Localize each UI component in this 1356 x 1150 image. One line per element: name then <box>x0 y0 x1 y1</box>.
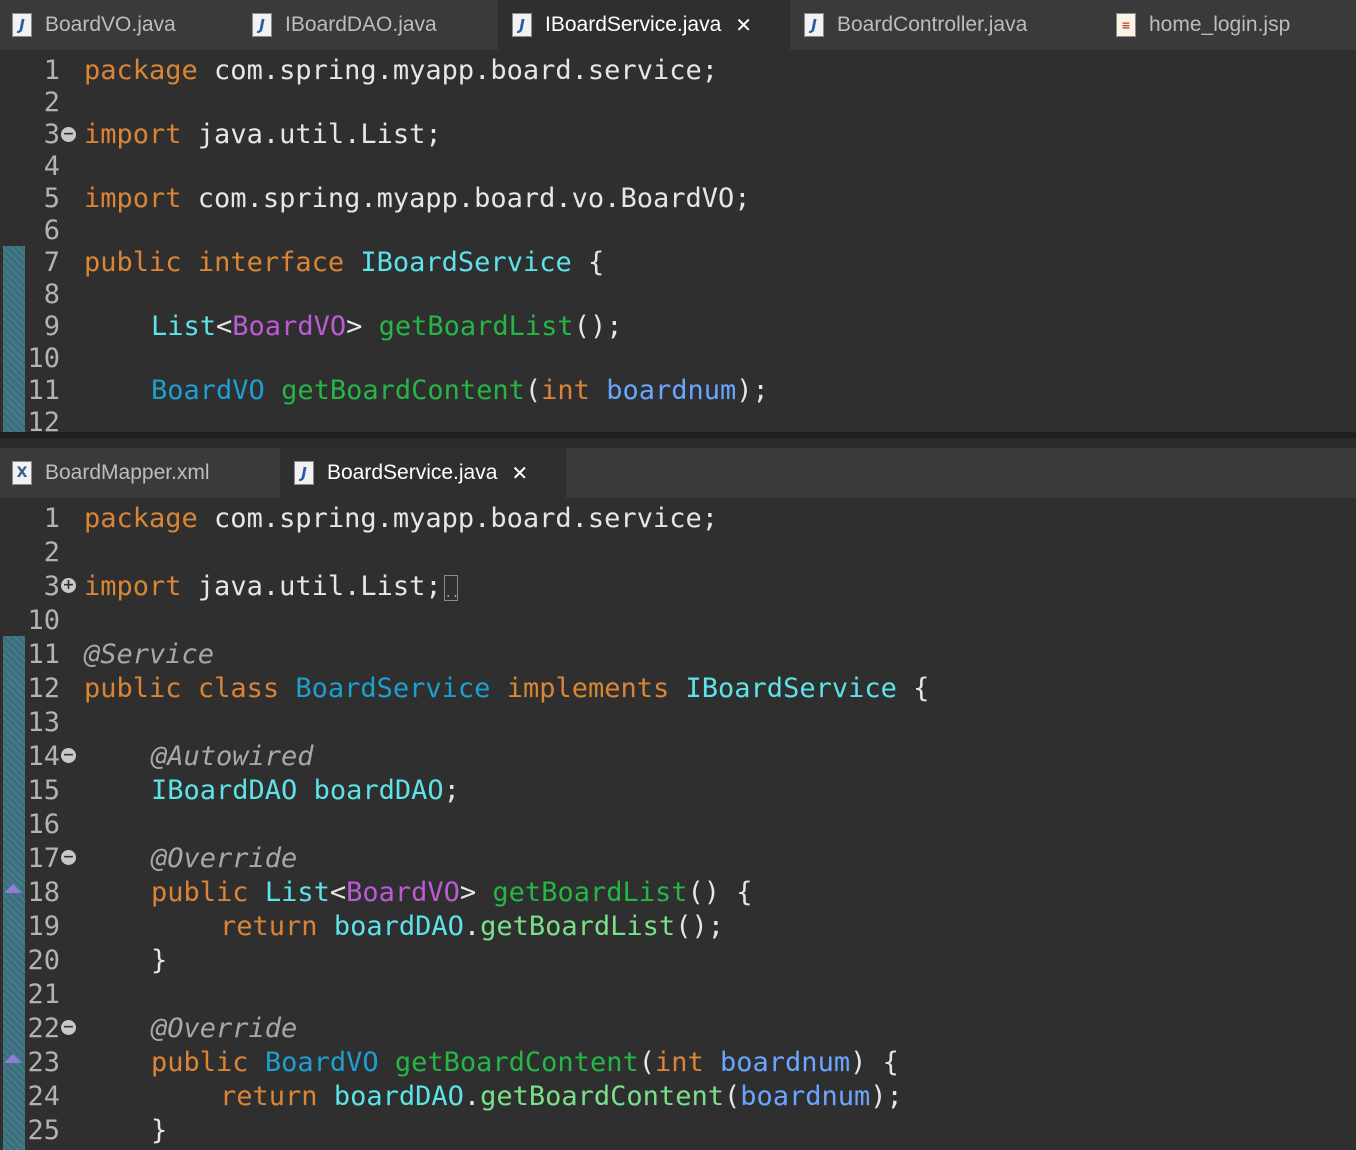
code-line: } <box>151 1115 168 1146</box>
bottom-editor-pane: X BoardMapper.xml J BoardService.java ✕ … <box>0 448 1356 1150</box>
java-file-icon: J <box>512 13 532 37</box>
line-number: 3 <box>43 119 60 150</box>
top-tab-bar: J BoardVO.java J IBoardDAO.java J IBoard… <box>0 0 1356 50</box>
line-number: 18 <box>27 877 60 908</box>
code-line: return boardDAO.getBoardContent(boardnum… <box>220 1081 903 1112</box>
top-editor-pane: J BoardVO.java J IBoardDAO.java J IBoard… <box>0 0 1356 432</box>
line-number: 22 <box>27 1013 60 1044</box>
collapse-icon[interactable]: − <box>61 748 76 763</box>
tab-label: BoardMapper.xml <box>45 461 210 484</box>
tab-label: BoardController.java <box>837 13 1028 36</box>
code-line: @Autowired <box>151 741 314 772</box>
code-line: import com.spring.myapp.board.vo.BoardVO… <box>84 183 751 214</box>
tab-label: BoardVO.java <box>45 13 176 36</box>
line-number: 2 <box>43 87 60 118</box>
collapse-icon[interactable]: − <box>61 850 76 865</box>
line-number: 12 <box>27 407 60 432</box>
tab-home-login-jsp[interactable]: ≡ home_login.jsp <box>1116 0 1356 50</box>
line-number: 2 <box>43 537 60 568</box>
jsp-file-icon: ≡ <box>1116 13 1136 37</box>
code-line: package com.spring.myapp.board.service; <box>84 503 718 534</box>
java-file-icon: J <box>252 13 272 37</box>
java-file-icon: J <box>804 13 824 37</box>
line-number: 1 <box>43 55 60 86</box>
tab-iboardservice-java[interactable]: J IBoardService.java ✕ <box>498 0 790 50</box>
expand-icon[interactable]: + <box>61 578 76 593</box>
tab-label: home_login.jsp <box>1149 13 1291 36</box>
tab-iboarddao-java[interactable]: J IBoardDAO.java <box>252 0 492 50</box>
line-number: 9 <box>43 311 60 342</box>
line-number: 19 <box>27 911 60 942</box>
line-number: 12 <box>27 673 60 704</box>
java-file-icon: J <box>12 13 32 37</box>
java-file-icon: J <box>294 461 314 485</box>
close-icon[interactable]: ✕ <box>735 13 752 37</box>
line-number: 20 <box>27 945 60 976</box>
pane-divider[interactable] <box>0 432 1356 438</box>
code-line: public BoardVO getBoardContent(int board… <box>151 1047 899 1078</box>
line-number: 10 <box>27 605 60 636</box>
line-number: 23 <box>27 1047 60 1078</box>
line-number: 17 <box>27 843 60 874</box>
line-number: 8 <box>43 279 60 310</box>
line-number: 5 <box>43 183 60 214</box>
line-number: 15 <box>27 775 60 806</box>
code-line: package com.spring.myapp.board.service; <box>84 55 718 86</box>
code-line: BoardVO getBoardContent(int boardnum); <box>151 375 769 406</box>
line-number: 10 <box>27 343 60 374</box>
collapse-icon[interactable]: − <box>61 127 76 142</box>
collapse-icon[interactable]: − <box>61 1020 76 1035</box>
code-line: @Override <box>151 843 298 874</box>
tab-boardvo-java[interactable]: J BoardVO.java <box>12 0 242 50</box>
line-number: 24 <box>27 1081 60 1112</box>
line-number: 1 <box>43 503 60 534</box>
line-number: 6 <box>43 215 60 246</box>
tab-boardmapper-xml[interactable]: X BoardMapper.xml <box>12 448 272 498</box>
line-number: 16 <box>27 809 60 840</box>
xml-file-icon: X <box>12 461 32 485</box>
code-line: List<BoardVO> getBoardList(); <box>151 311 623 342</box>
code-line: public class BoardService implements IBo… <box>84 673 930 704</box>
code-line: IBoardDAO boardDAO; <box>151 775 460 806</box>
code-line: import java.util.List;.. <box>84 571 460 602</box>
line-number: 4 <box>43 151 60 182</box>
close-icon[interactable]: ✕ <box>511 461 528 485</box>
code-line: import java.util.List; <box>84 119 442 150</box>
line-number: 7 <box>43 247 60 278</box>
bottom-tab-bar: X BoardMapper.xml J BoardService.java ✕ <box>0 448 1356 498</box>
line-number: 14 <box>27 741 60 772</box>
line-number: 13 <box>27 707 60 738</box>
folded-imports-icon[interactable]: .. <box>443 574 459 601</box>
code-line: } <box>151 945 168 976</box>
tab-boardcontroller-java[interactable]: J BoardController.java <box>804 0 1104 50</box>
tab-label: BoardService.java <box>327 461 498 484</box>
code-line: @Service <box>84 639 215 670</box>
code-line: @Override <box>151 1013 298 1044</box>
line-number: 21 <box>27 979 60 1010</box>
line-number: 11 <box>27 639 60 670</box>
tab-label: IBoardDAO.java <box>285 13 437 36</box>
tab-label: IBoardService.java <box>545 13 722 36</box>
code-line: return boardDAO.getBoardList(); <box>220 911 724 942</box>
line-number: 3 <box>43 571 60 602</box>
line-number: 11 <box>27 375 60 406</box>
code-line: public interface IBoardService { <box>84 247 605 278</box>
code-line: public List<BoardVO> getBoardList() { <box>151 877 753 908</box>
line-number: 25 <box>27 1115 60 1146</box>
tab-boardservice-java[interactable]: J BoardService.java ✕ <box>280 448 566 498</box>
